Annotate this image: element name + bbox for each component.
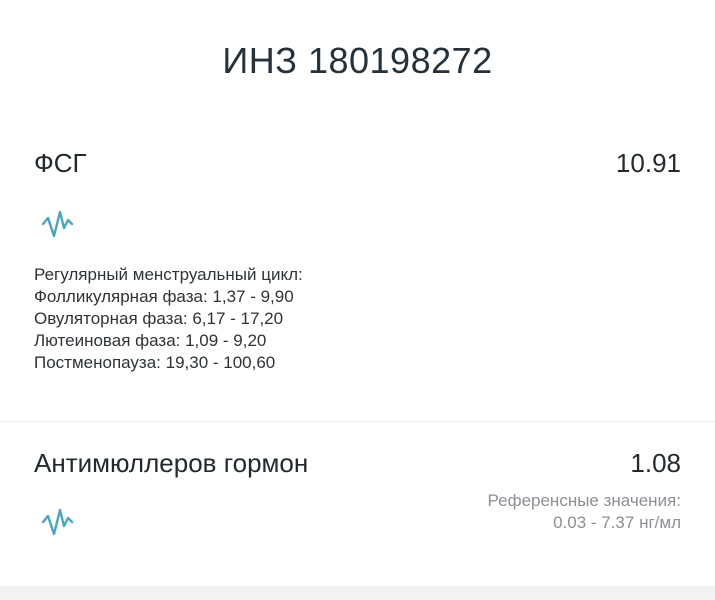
reference-line: Лютеиновая фаза: 1,09 - 9,20 bbox=[34, 331, 267, 350]
reference-line: 0.03 - 7.37 нг/мл bbox=[553, 513, 681, 532]
result-card-amh: Антимюллеров гормон 1.08 Референсные зна… bbox=[0, 422, 715, 586]
reference-line: Регулярный менструальный цикл: bbox=[34, 265, 303, 284]
result-card-fsh: ФСГ 10.91 Регулярный менструальный цикл:… bbox=[0, 120, 715, 420]
page-title: ИНЗ 180198272 bbox=[222, 40, 493, 81]
reference-line: Постменопауза: 19,30 - 100,60 bbox=[34, 353, 276, 372]
test-name: ФСГ bbox=[34, 148, 87, 178]
trend-chart-icon[interactable] bbox=[40, 502, 76, 538]
reference-ranges: Регулярный менструальный цикл: Фолликуля… bbox=[34, 264, 303, 374]
reference-line: Овуляторная фаза: 6,17 - 17,20 bbox=[34, 309, 284, 328]
reference-line: Фолликулярная фаза: 1,37 - 9,90 bbox=[34, 287, 294, 306]
bottom-strip bbox=[0, 586, 715, 600]
test-value: 10.91 bbox=[615, 148, 681, 178]
reference-line: Референсные значения: bbox=[487, 491, 681, 510]
trend-chart-icon[interactable] bbox=[40, 204, 76, 240]
reference-ranges: Референсные значения: 0.03 - 7.37 нг/мл bbox=[488, 490, 681, 534]
test-name: Антимюллеров гормон bbox=[34, 448, 309, 478]
test-value: 1.08 bbox=[630, 448, 681, 478]
